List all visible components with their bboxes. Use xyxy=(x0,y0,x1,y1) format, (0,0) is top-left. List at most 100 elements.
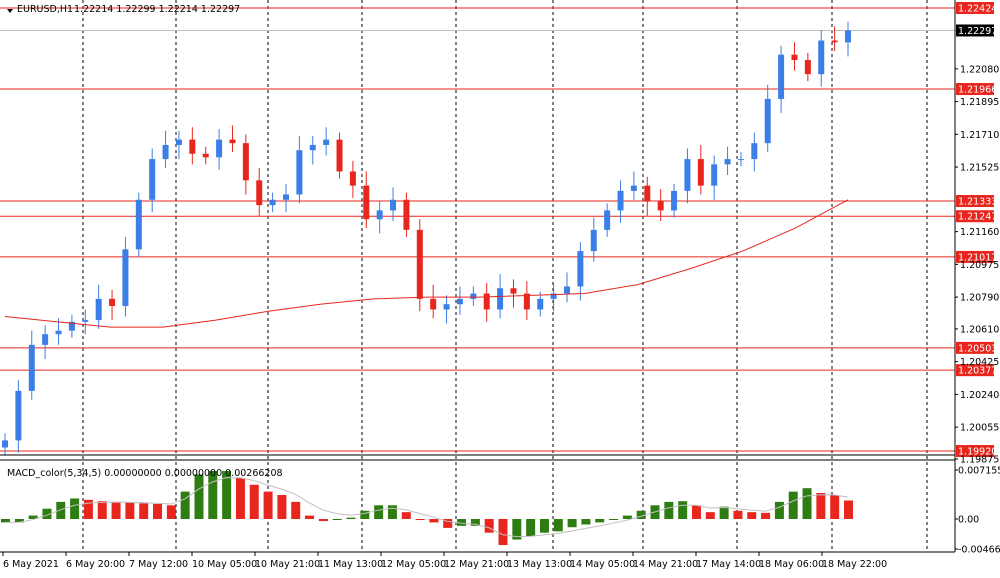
bull-candle xyxy=(323,139,330,145)
time-tick-label: 6 May 20:00 xyxy=(66,559,125,570)
macd-bar-up xyxy=(581,519,591,525)
time-tick-label: 10 May 05:00 xyxy=(192,559,257,570)
bull-candle xyxy=(296,150,303,195)
macd-bar-up xyxy=(788,491,798,519)
bull-candle xyxy=(95,298,102,321)
macd-bar-down xyxy=(263,491,273,519)
time-tick-label: 6 May 2021 xyxy=(3,559,59,570)
bear-candle xyxy=(229,139,236,144)
macd-bar-up xyxy=(664,501,674,519)
time-tick-label: 13 May 13:00 xyxy=(507,559,572,570)
price-level-label: 1.22424 xyxy=(958,4,997,15)
time-tick-label: 14 May 05:00 xyxy=(570,559,635,570)
macd-bar-up xyxy=(1,519,10,523)
macd-bar-down xyxy=(249,484,259,519)
bull-candle xyxy=(778,54,785,99)
macd-bar-down xyxy=(139,503,149,519)
bull-candle xyxy=(497,288,504,310)
bull-candle xyxy=(818,40,825,75)
bear-candle xyxy=(416,229,423,299)
macd-bar-down xyxy=(747,512,757,519)
bull-candle xyxy=(711,164,718,186)
macd-bar-down xyxy=(305,515,315,519)
bear-candle xyxy=(256,180,263,206)
bear-candle xyxy=(109,298,116,306)
bull-candle xyxy=(604,210,611,230)
bull-candle xyxy=(590,229,597,252)
chart-window: 1.22424 1.21966 1.21333 1.21247 1.21017 1.205… xyxy=(0,0,1000,578)
bull-candle xyxy=(751,143,758,160)
macd-histogram xyxy=(1,471,853,546)
dropdown-triangle-icon[interactable] xyxy=(7,9,13,13)
time-tick-label: 12 May 05:00 xyxy=(381,559,446,570)
bull-candle xyxy=(269,199,276,206)
price-levels xyxy=(0,7,955,452)
bear-candle xyxy=(242,143,249,181)
time-tick-label: 12 May 21:00 xyxy=(444,559,509,570)
macd-bar-up xyxy=(774,501,784,519)
bull-candle xyxy=(309,144,316,151)
macd-bar-down xyxy=(830,495,840,519)
bull-candle xyxy=(737,159,744,161)
symbol-label: EURUSD,H1 xyxy=(17,4,73,15)
price-tick-label: 1.20975 xyxy=(960,260,999,271)
bull-candle xyxy=(162,144,169,160)
time-tick-label: 18 May 06:00 xyxy=(759,559,824,570)
price-tick-label: 1.22080 xyxy=(960,64,999,75)
bull-candle xyxy=(122,249,129,306)
macd-bar-down xyxy=(691,505,701,519)
macd-bar-up xyxy=(194,474,204,519)
price-tick-label: 1.21525 xyxy=(960,163,999,174)
macd-bar-down xyxy=(125,502,135,519)
bear-candle xyxy=(791,54,798,61)
bull-candle xyxy=(537,298,544,310)
macd-bar-down xyxy=(498,519,508,546)
bear-candle xyxy=(336,139,343,172)
bear-candle xyxy=(430,298,437,310)
macd-bar-down xyxy=(705,512,715,519)
price-level-label: 1.21333 xyxy=(958,197,997,208)
macd-bar-up xyxy=(678,501,688,519)
macd-bar-up xyxy=(622,515,632,519)
bear-candle xyxy=(644,185,651,202)
bull-candle xyxy=(376,210,383,220)
chart-canvas[interactable]: 1.224241.219661.213331.212471.210171.205… xyxy=(0,0,1000,578)
macd-bar-down xyxy=(844,500,853,519)
bear-candle xyxy=(189,139,196,154)
macd-bar-down xyxy=(318,519,328,522)
bear-candle xyxy=(349,171,356,186)
macd-bar-up xyxy=(360,510,370,519)
time-tick-label: 14 May 21:00 xyxy=(633,559,698,570)
macd-bar-down xyxy=(401,512,411,519)
macd-bar-down xyxy=(429,519,439,523)
macd-bar-up xyxy=(719,506,729,519)
bear-candle xyxy=(510,288,517,294)
bull-candle xyxy=(724,159,731,165)
price-level-label: 1.20503 xyxy=(958,343,997,354)
time-axis: 6 May 2021 6 May 20:00 7 May 12:00 10 May 0… xyxy=(2,552,887,570)
bear-candle xyxy=(804,60,811,75)
macd-tick-label: 0.0071559 xyxy=(958,466,1000,477)
macd-bar-up xyxy=(526,519,536,537)
macd-bar-down xyxy=(235,477,245,519)
macd-bar-down xyxy=(415,519,425,520)
ohlc-label: 1.22214 1.22299 1.22214 1.22297 xyxy=(74,4,240,15)
macd-tick-label: -0.004665 xyxy=(958,545,1000,556)
price-axis: 1.224241.219661.213331.212471.210171.205… xyxy=(955,2,1000,556)
bull-candle xyxy=(15,390,22,441)
time-tick-label: 7 May 12:00 xyxy=(129,559,188,570)
macd-bar-down xyxy=(291,501,301,519)
macd-tick-label: 0.00 xyxy=(958,515,979,526)
bull-candle xyxy=(630,185,637,191)
price-tick-label: 1.20610 xyxy=(960,324,999,335)
bull-candle xyxy=(82,320,89,322)
bear-candle xyxy=(483,293,490,310)
bull-candle xyxy=(577,251,584,287)
macd-bar-up xyxy=(567,519,577,528)
bull-candle xyxy=(764,98,771,144)
bull-candle xyxy=(2,440,8,448)
ma-line xyxy=(4,199,849,328)
bull-candle xyxy=(175,139,182,145)
price-tick-label: 1.21710 xyxy=(960,130,999,141)
macd-bar-up xyxy=(802,488,812,519)
